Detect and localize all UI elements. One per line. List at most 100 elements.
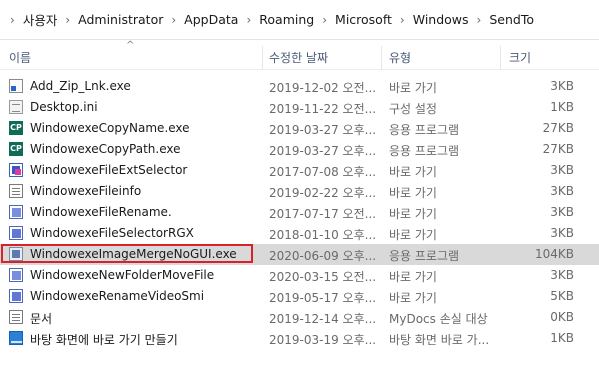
file-row[interactable]: 문서 2019-12-14 오후... MyDocs 손실 대상 0KB	[0, 307, 599, 328]
file-name: WindowexeImageMergeNoGUI.exe	[30, 247, 237, 261]
file-type: 바로 가기	[389, 165, 437, 179]
file-type: 응용 프로그램	[389, 249, 460, 263]
chevron-right-icon: ›	[10, 12, 15, 27]
file-date: 2019-05-17 오후...	[269, 291, 377, 305]
breadcrumb-label: AppData	[184, 12, 239, 27]
file-size: 27KB	[542, 121, 574, 135]
shortcut-icon	[9, 79, 23, 93]
column-divider[interactable]	[500, 46, 501, 70]
file-type: 바로 가기	[389, 186, 437, 200]
breadcrumb-item-current[interactable]: SendTo	[489, 12, 534, 27]
breadcrumb-label: Roaming	[259, 12, 315, 27]
file-size: 0KB	[550, 310, 574, 324]
column-header-size[interactable]: 크기	[509, 49, 531, 66]
exe-app-icon	[9, 247, 23, 261]
desktop-shortcut-icon	[9, 331, 23, 345]
file-size: 1KB	[550, 331, 574, 345]
file-name: WindowexeNewFolderMoveFile	[30, 268, 215, 282]
breadcrumb-label: SendTo	[489, 12, 535, 27]
f-app-icon	[9, 163, 23, 177]
rs-app-icon	[9, 289, 23, 303]
chevron-right-icon: ›	[476, 12, 482, 27]
breadcrumb-item[interactable]: 사용자 ›	[23, 10, 78, 29]
file-type: 바로 가기	[389, 291, 437, 305]
file-row-selected[interactable]: WindowexeImageMergeNoGUI.exe 2020-06-09 오…	[0, 244, 599, 265]
file-name: WindowexeCopyName.exe	[30, 121, 190, 135]
file-date: 2019-12-14 오후...	[269, 312, 377, 326]
column-divider[interactable]	[381, 46, 382, 70]
column-header-date[interactable]: 수정한 날짜	[269, 49, 328, 66]
file-date: 2019-02-22 오후...	[269, 186, 377, 200]
breadcrumb-label: Windows	[412, 12, 469, 27]
file-row[interactable]: WindowexeFileSelectorRGX 2018-01-10 오후...…	[0, 223, 599, 244]
column-divider[interactable]	[262, 46, 263, 70]
file-size: 3KB	[550, 184, 574, 198]
file-size: 27KB	[542, 142, 574, 156]
breadcrumb-item[interactable]: AppData ›	[184, 12, 259, 27]
chevron-right-icon: ›	[246, 12, 252, 27]
breadcrumb: › 사용자 › Administrator › AppData › Roaming › …	[0, 0, 599, 40]
breadcrumb-item[interactable]: Roaming ›	[259, 12, 335, 27]
cp-app-icon: CP	[9, 142, 23, 156]
file-row[interactable]: WindowexeFileinfo 2019-02-22 오후... 바로 가기 3K…	[0, 181, 599, 202]
file-size: 104KB	[534, 247, 574, 261]
file-name: 문서	[30, 312, 53, 326]
file-date: 2019-03-27 오후...	[269, 144, 377, 158]
column-header-type[interactable]: 유형	[389, 49, 411, 66]
file-date: 2017-07-17 오전...	[269, 207, 377, 221]
file-date: 2017-07-08 오후...	[269, 165, 377, 179]
chevron-right-icon: ›	[65, 12, 71, 27]
file-row[interactable]: CP WindowexeCopyName.exe 2019-03-27 오후... 응…	[0, 118, 599, 139]
sort-ascending-icon: ^	[126, 40, 135, 51]
file-name: Add_Zip_Lnk.exe	[30, 79, 131, 93]
breadcrumb-item[interactable]: Windows ›	[413, 12, 490, 27]
document-icon	[9, 184, 23, 198]
file-type: 바로 가기	[389, 270, 437, 284]
file-size: 3KB	[550, 268, 574, 282]
column-header-row: ^ 이름 수정한 날짜 유형 크기	[0, 40, 599, 70]
breadcrumb-root-chevron[interactable]: ›	[0, 13, 23, 27]
file-type: 응용 프로그램	[389, 144, 460, 158]
file-row[interactable]: WindowexeRenameVideoSmi 2019-05-17 오후... 바…	[0, 286, 599, 307]
file-date: 2020-03-15 오전...	[269, 270, 377, 284]
file-type: 응용 프로그램	[389, 123, 460, 137]
new-folder-app-icon	[9, 268, 23, 282]
file-size: 3KB	[550, 163, 574, 177]
rename-app-icon	[9, 205, 23, 219]
file-size: 3KB	[550, 205, 574, 219]
ini-file-icon	[9, 100, 23, 114]
file-date: 2019-03-27 오후...	[269, 123, 377, 137]
file-row[interactable]: Add_Zip_Lnk.exe 2019-12-02 오전... 바로 가기 3KB	[0, 76, 599, 97]
file-size: 1KB	[550, 100, 574, 114]
file-row[interactable]: WindowexeFileExtSelector 2017-07-08 오후...…	[0, 160, 599, 181]
cp-app-icon: CP	[9, 121, 23, 135]
column-header-name[interactable]: 이름	[9, 49, 31, 66]
file-type: 바탕 화면 바로 가...	[389, 333, 490, 347]
file-row[interactable]: WindowexeNewFolderMoveFile 2020-03-15 오전.…	[0, 265, 599, 286]
breadcrumb-item[interactable]: Administrator ›	[78, 12, 184, 27]
file-name: WindowexeCopyPath.exe	[30, 142, 181, 156]
file-type: MyDocs 손실 대상	[389, 312, 488, 326]
file-date: 2019-03-19 오후...	[269, 333, 377, 347]
file-size: 3KB	[550, 79, 574, 93]
file-date: 2018-01-10 오후...	[269, 228, 377, 242]
breadcrumb-label: Microsoft	[335, 12, 392, 27]
chevron-right-icon: ›	[171, 12, 177, 27]
file-name: Desktop.ini	[30, 100, 98, 114]
file-date: 2020-06-09 오후...	[269, 249, 377, 263]
breadcrumb-label: Administrator	[78, 12, 164, 27]
chevron-right-icon: ›	[322, 12, 328, 27]
file-row[interactable]: WindowexeFileRename. 2017-07-17 오전... 바로 가…	[0, 202, 599, 223]
rs-app-icon	[9, 226, 23, 240]
file-row[interactable]: Desktop.ini 2019-11-22 오전... 구성 설정 1KB	[0, 97, 599, 118]
breadcrumb-item[interactable]: Microsoft ›	[335, 12, 413, 27]
file-name: 바탕 화면에 바로 가기 만들기	[30, 333, 178, 347]
file-date: 2019-12-02 오전...	[269, 81, 377, 95]
file-row[interactable]: 바탕 화면에 바로 가기 만들기 2019-03-19 오후... 바탕 화면 바로…	[0, 328, 599, 349]
file-type: 구성 설정	[389, 102, 437, 116]
file-type: 바로 가기	[389, 228, 437, 242]
file-type: 바로 가기	[389, 81, 437, 95]
breadcrumb-label: 사용자	[22, 13, 58, 28]
file-name: WindowexeFileExtSelector	[30, 163, 188, 177]
file-row[interactable]: CP WindowexeCopyPath.exe 2019-03-27 오후... 응…	[0, 139, 599, 160]
